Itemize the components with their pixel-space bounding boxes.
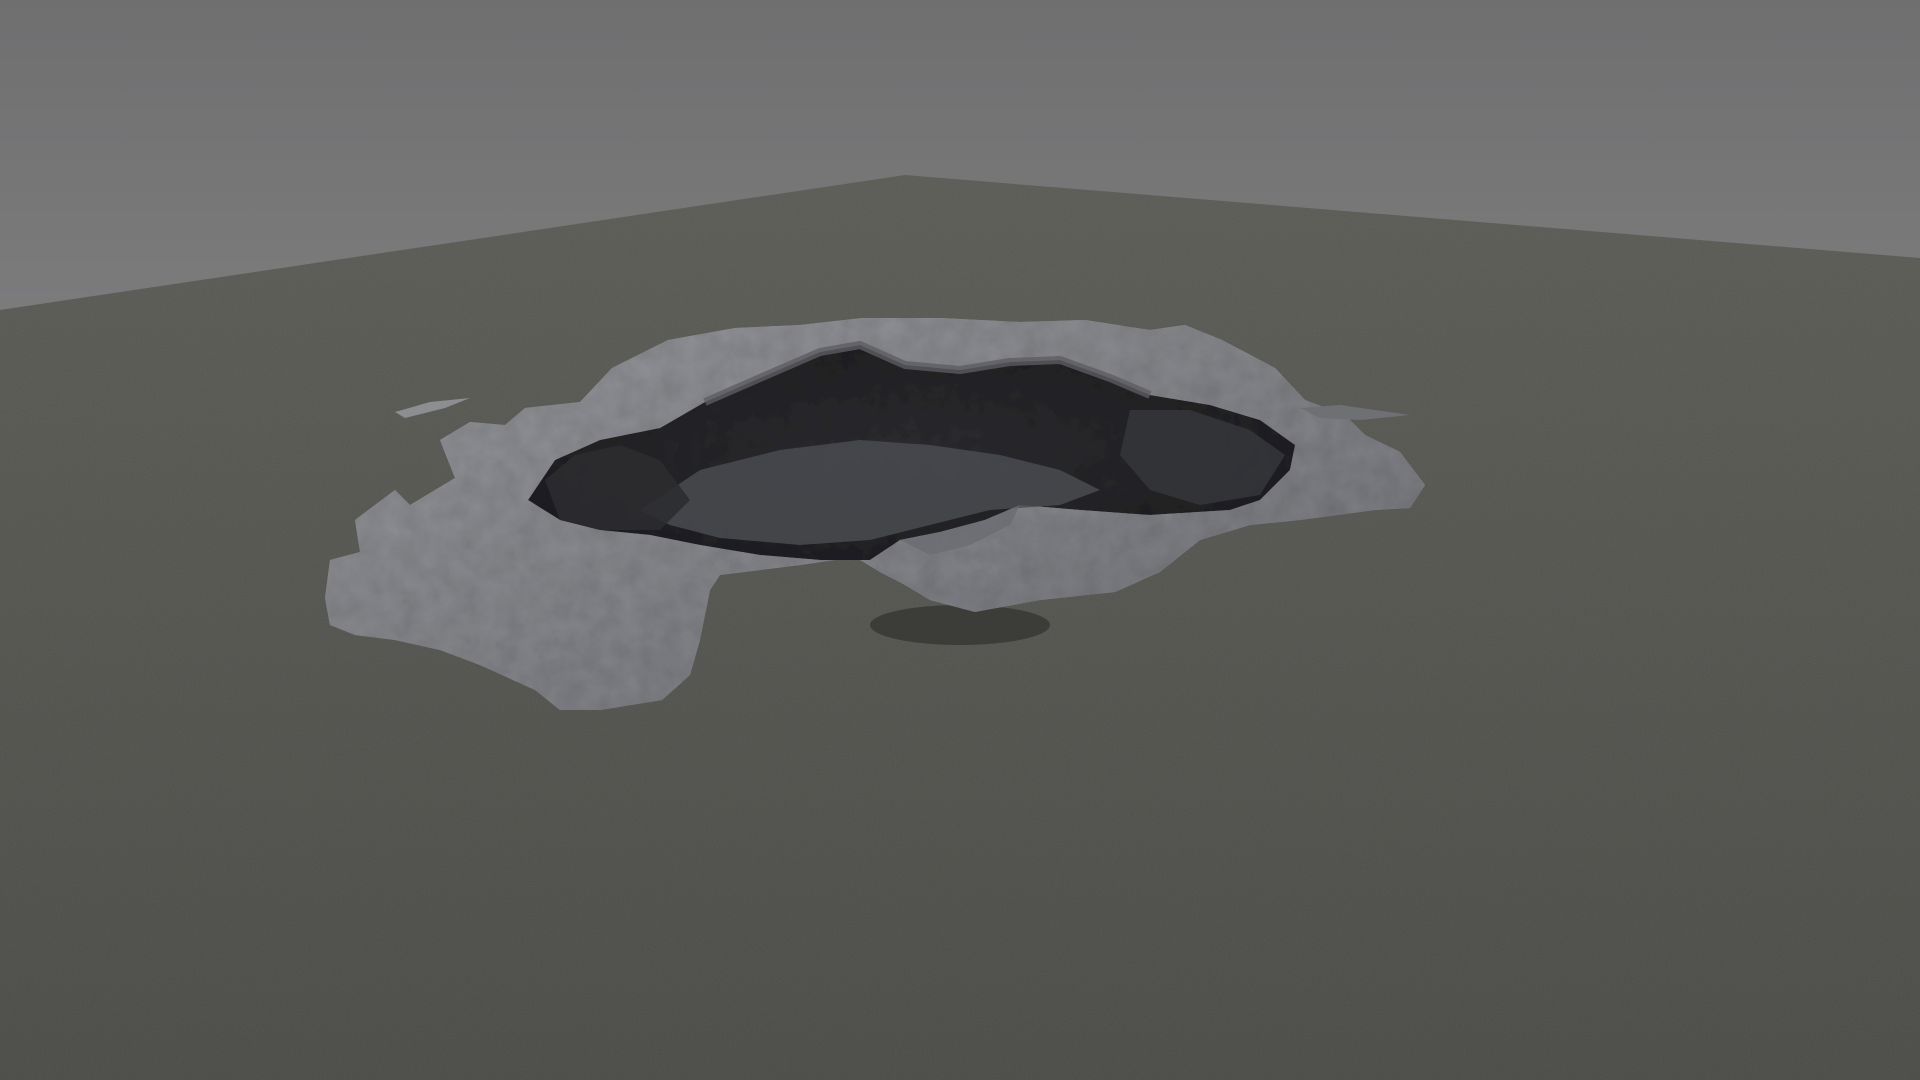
patch-shadow [870, 605, 1050, 645]
scene-canvas [0, 0, 1920, 1080]
viewport-3d-scene [0, 0, 1920, 1080]
